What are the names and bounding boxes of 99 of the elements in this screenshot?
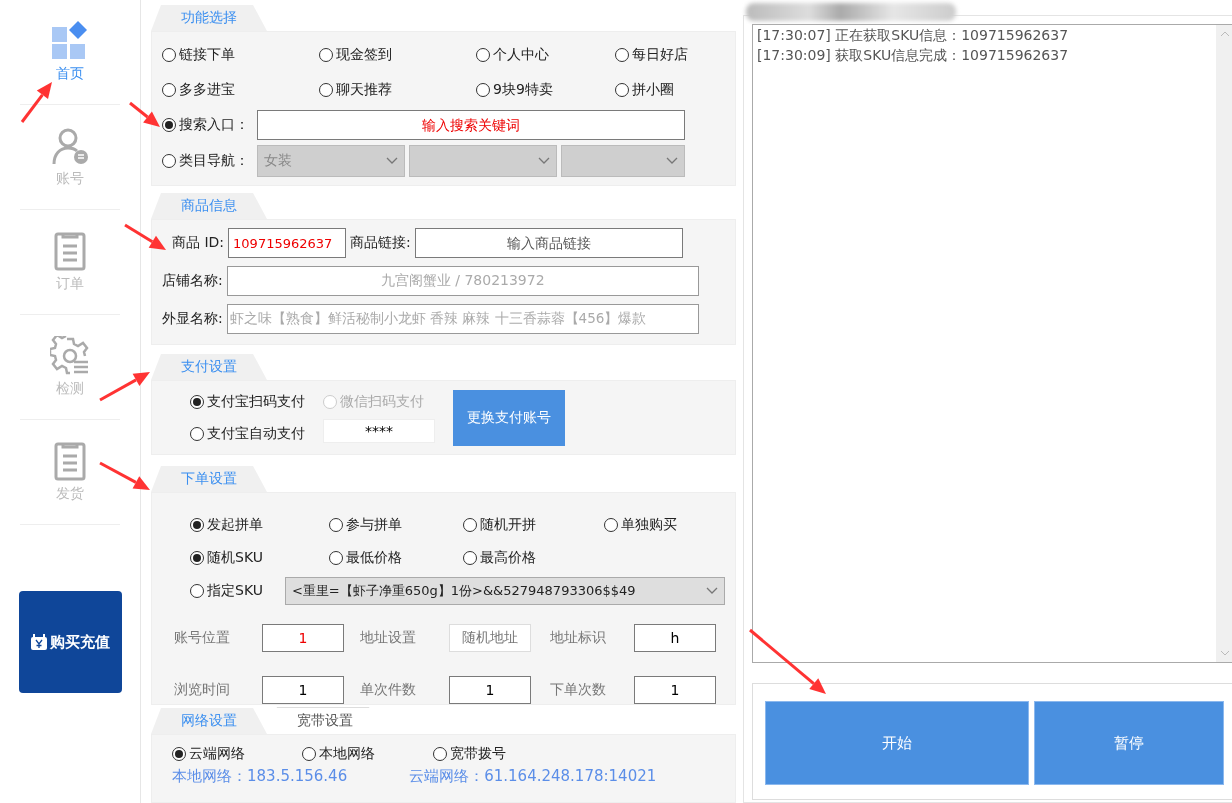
radio-label: 参与拼单: [346, 516, 402, 535]
radio-label: 指定SKU: [207, 582, 263, 601]
radio-label: 聊天推荐: [336, 81, 392, 100]
radio-button[interactable]: [190, 426, 204, 441]
setting-field[interactable]: 1: [262, 676, 344, 704]
radio-label: 搜索入口：: [179, 116, 249, 135]
field-label: 商品 ID:: [172, 234, 225, 252]
wallet-icon: [30, 633, 48, 651]
caret-icon: [386, 157, 398, 166]
radio-label: 链接下单: [179, 46, 235, 65]
radio-button[interactable]: [190, 584, 204, 599]
section-tab[interactable]: 功能选择: [151, 5, 267, 31]
radio-label: 个人中心: [493, 46, 549, 65]
radio-label: 支付宝自动支付: [207, 424, 305, 443]
radio-button[interactable]: [319, 83, 333, 98]
buy-button[interactable]: 购买充值: [18, 591, 122, 693]
radio-label: 多多进宝: [179, 81, 235, 100]
radio-label: 单独购买: [621, 516, 677, 535]
radio-button[interactable]: [329, 551, 343, 566]
field-label: 浏览时间: [173, 681, 231, 699]
password-field[interactable]: ****: [323, 418, 435, 443]
grid-icon: [50, 21, 90, 61]
field-label: 地址标识: [549, 629, 607, 647]
radio-label: 拼小圈: [632, 81, 674, 100]
search-field[interactable]: 输入搜索关键词: [257, 110, 685, 141]
caret-icon: [706, 587, 718, 596]
radio-label: 9块9特卖: [493, 81, 553, 100]
pause-button[interactable]: 暂停: [1034, 701, 1224, 785]
radio-button[interactable]: [476, 48, 490, 63]
radio-button[interactable]: [319, 48, 333, 63]
local-ip-text: 本地网络：183.5.156.46: [172, 767, 348, 786]
sku-dropdown[interactable]: <重里=【虾子净重650g】1份>&&527948793306$$49: [284, 577, 725, 606]
caret-icon: [538, 157, 550, 166]
radio-button[interactable]: [162, 154, 176, 169]
radio-button[interactable]: [615, 83, 629, 98]
section-tab[interactable]: 网络设置: [151, 708, 267, 734]
radio-button[interactable]: [190, 518, 204, 533]
radio-button[interactable]: [615, 48, 629, 63]
radio-label: 云端网络: [189, 745, 245, 763]
field-label: 账号位置: [173, 629, 231, 647]
sidebar-item[interactable]: 账号: [20, 105, 120, 210]
section-tab[interactable]: 下单设置: [151, 466, 267, 492]
radio-label: 最低价格: [346, 549, 402, 568]
log-line: [17:30:07] 正在获取SKU信息：109715962637: [757, 27, 1070, 45]
field-label: 单次件数: [359, 681, 417, 699]
radio-button[interactable]: [190, 551, 204, 566]
person-icon: [50, 126, 90, 166]
field-label: 商品链接:: [350, 234, 411, 252]
setting-field[interactable]: 1: [262, 624, 344, 652]
radio-button[interactable]: [302, 747, 316, 761]
annotation-arrow: [99, 372, 150, 402]
radio-button[interactable]: [604, 518, 618, 533]
radio-label: 发起拼单: [207, 516, 263, 535]
radio-label: 每日好店: [632, 46, 688, 65]
radio-button[interactable]: [463, 551, 477, 566]
product-link-field[interactable]: 输入商品链接: [414, 228, 683, 258]
radio-button[interactable]: [162, 118, 176, 133]
change-account-button[interactable]: 更换支付账号: [453, 389, 565, 446]
radio-button[interactable]: [476, 83, 490, 98]
radio-label: 随机开拼: [480, 516, 536, 535]
annotation-arrow: [20, 82, 52, 123]
log-line: [17:30:09] 获取SKU信息完成：109715962637: [757, 47, 1070, 65]
annotation-arrow: [129, 101, 160, 127]
radio-label: 类目导航：: [179, 152, 249, 171]
setting-field[interactable]: h: [634, 624, 716, 652]
caret-icon: [666, 157, 678, 166]
scrollbar[interactable]: [1216, 25, 1232, 662]
section-tab[interactable]: 商品信息: [151, 193, 267, 219]
radio-button[interactable]: [172, 747, 186, 761]
field-label: 店铺名称:: [162, 272, 223, 290]
setting-field[interactable]: 1: [449, 676, 531, 704]
sidebar-item[interactable]: 检测: [20, 315, 120, 420]
setting-field[interactable]: 随机地址: [449, 624, 531, 652]
setting-field[interactable]: 1: [634, 676, 716, 704]
gear-icon: [50, 336, 90, 376]
section-tab[interactable]: 支付设置: [151, 354, 267, 380]
radio-label: 最高价格: [480, 549, 536, 568]
product-id-field[interactable]: 109715962637: [228, 228, 347, 258]
field-label: 地址设置: [359, 629, 417, 647]
radio-label: 微信扫码支付: [340, 392, 424, 411]
radio-button[interactable]: [162, 48, 176, 63]
radio-label: 支付宝扫码支付: [207, 392, 305, 411]
field-label: 外显名称:: [162, 310, 223, 328]
radio-button[interactable]: [329, 518, 343, 533]
radio-label: 宽带拨号: [450, 745, 506, 763]
field-label: 下单次数: [549, 681, 607, 699]
cloud-ip-text: 云端网络：61.164.248.178:14021: [409, 767, 657, 786]
radio-button[interactable]: [433, 747, 447, 761]
radio-label: 本地网络: [319, 745, 375, 763]
radio-button[interactable]: [162, 83, 176, 98]
sidebar-item[interactable]: 订单: [20, 210, 120, 315]
annotation-arrow: [124, 223, 166, 250]
radio-label: 随机SKU: [207, 549, 263, 568]
radio-label: 现金签到: [336, 46, 392, 65]
start-button[interactable]: 开始: [765, 701, 1029, 785]
radio-button[interactable]: [190, 394, 204, 409]
sidebar-item[interactable]: 发货: [20, 420, 120, 525]
annotation-arrow: [99, 461, 150, 490]
radio-button[interactable]: [463, 518, 477, 533]
